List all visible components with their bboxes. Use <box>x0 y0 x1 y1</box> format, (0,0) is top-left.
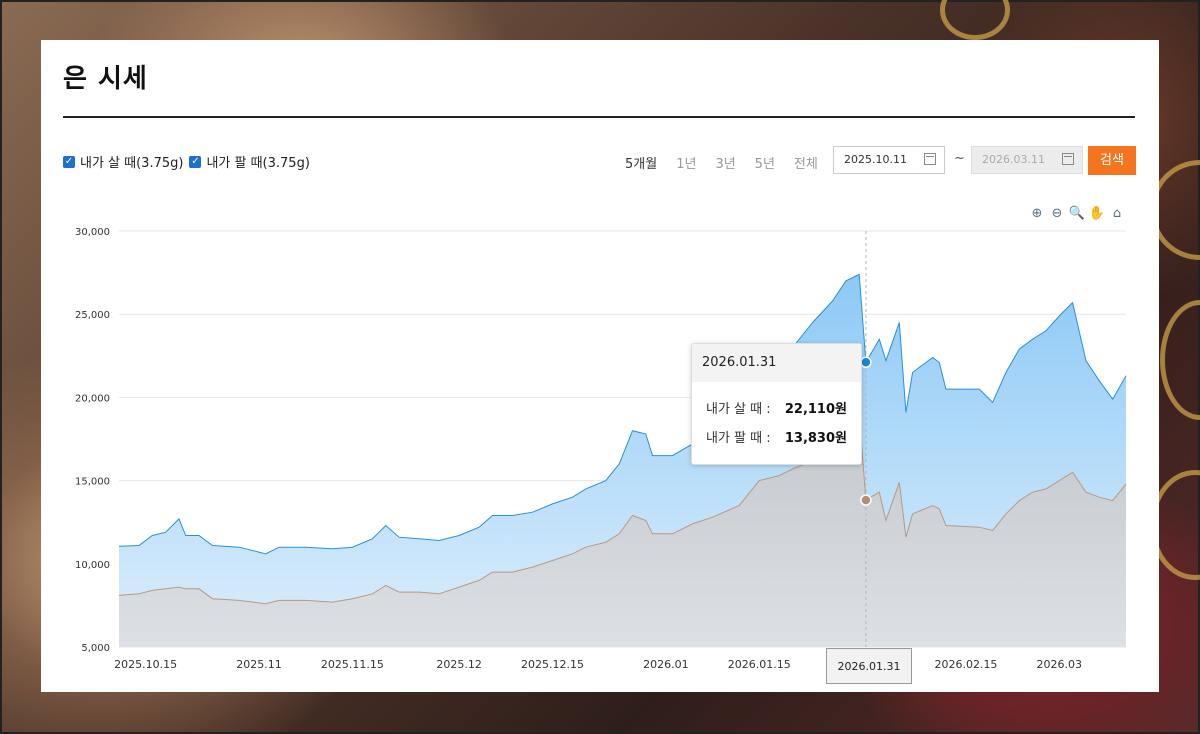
silver-price-panel: 은 시세 ✓ 내가 살 때(3.75g) ✓ 내가 팔 때(3.75g) 5개월… <box>41 40 1159 692</box>
x-tick-label: 2026.01 <box>643 658 689 671</box>
y-tick-label: 30,000 <box>75 227 110 238</box>
x-tick-label: 2025.12.15 <box>521 658 584 671</box>
y-tick-label: 25,000 <box>75 310 110 321</box>
x-tick-label: 2025.11.15 <box>321 658 384 671</box>
chart-tooltip: 2026.01.31 내가 살 때 : 22,110원 내가 팔 때 : 13,… <box>691 343 862 465</box>
x-tick-label: 2026.02.15 <box>934 658 997 671</box>
x-tick-label: 2025.10.15 <box>114 658 177 671</box>
sell-crosshair-point <box>860 494 872 506</box>
buy-crosshair-point <box>860 356 872 369</box>
x-tick-label: 2025.11 <box>236 658 282 671</box>
tooltip-buy-value: 22,110원 <box>784 402 847 417</box>
tooltip-buy-row: 내가 살 때 : 22,110원 <box>692 398 861 417</box>
x-tick-label: 2026.03 <box>1037 658 1083 671</box>
tooltip-sell-value: 13,830원 <box>784 431 847 446</box>
crosshair-date-badge: 2026.01.31 <box>826 648 912 684</box>
y-tick-label: 15,000 <box>75 477 110 488</box>
y-tick-label: 10,000 <box>75 560 110 571</box>
tooltip-sell-label: 내가 팔 때 : <box>706 431 771 446</box>
y-tick-label: 20,000 <box>75 393 110 404</box>
x-tick-label: 2026.01.15 <box>728 658 791 671</box>
x-tick-label: 2025.12 <box>436 658 482 671</box>
tooltip-sell-row: 내가 팔 때 : 13,830원 <box>692 427 861 446</box>
tooltip-buy-label: 내가 살 때 : <box>706 402 771 417</box>
y-tick-label: 5,000 <box>81 643 110 654</box>
tooltip-date: 2026.01.31 <box>692 344 861 382</box>
price-chart[interactable]: 5,000 10,000 15,000 20,000 25,000 30,000 2025… <box>41 40 1159 692</box>
